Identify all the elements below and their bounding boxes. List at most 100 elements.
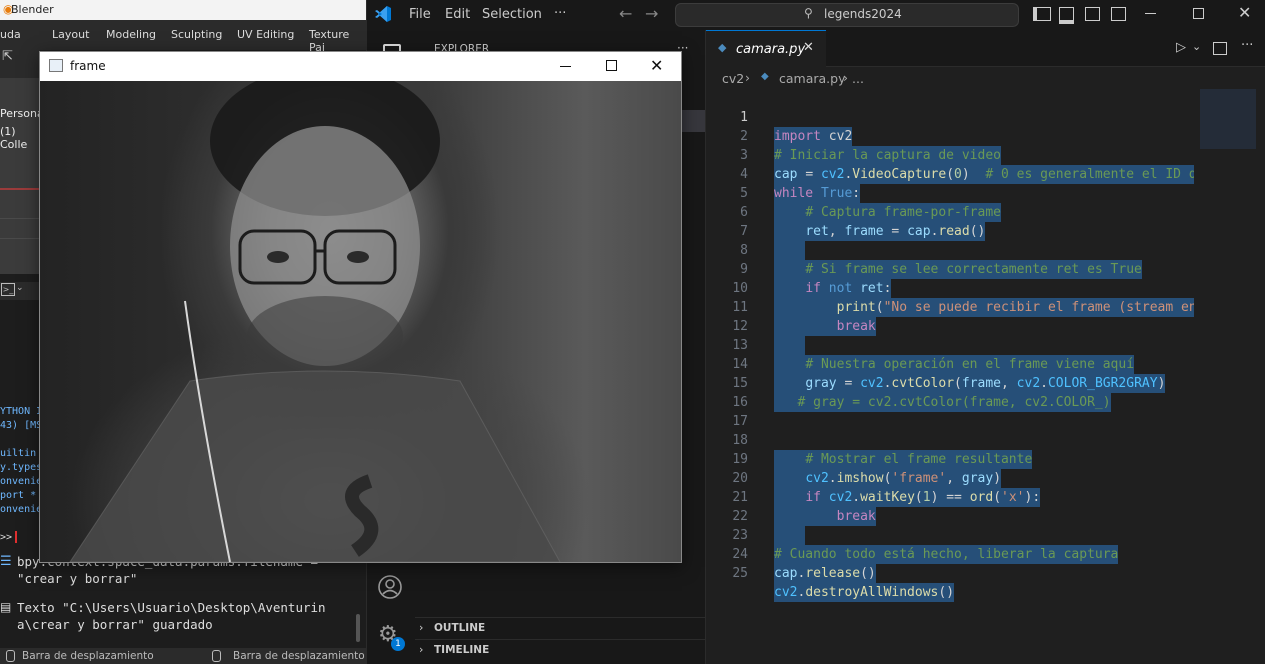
tab-uv-editing[interactable]: UV Editing xyxy=(237,28,294,41)
menu-more[interactable]: ··· xyxy=(554,6,566,21)
accounts-icon[interactable] xyxy=(377,574,403,603)
code-line[interactable]: 11 break xyxy=(706,279,1194,336)
viewport-grid xyxy=(0,188,40,190)
code-line[interactable]: 25 cv2.destroyAllWindows() xyxy=(706,545,1194,602)
console-cursor xyxy=(15,531,17,543)
menu-file[interactable]: File xyxy=(409,7,431,22)
editor-tabs: ◆ camara.py ✕ ▷ ⌄ ··· xyxy=(706,30,1265,67)
code-line[interactable]: 21 break xyxy=(706,469,1194,526)
maximize-icon[interactable] xyxy=(606,60,617,71)
code-line[interactable]: 1 import cv2 xyxy=(706,89,1194,146)
code-line[interactable]: 5 # Captura frame-por-frame xyxy=(706,165,1194,222)
console-line: y.types xyxy=(0,462,43,473)
minimize-icon[interactable] xyxy=(560,66,571,67)
breadcrumb-symbol[interactable]: ... xyxy=(852,71,864,86)
tab-modeling[interactable]: Modeling xyxy=(106,28,156,41)
mouse-icon xyxy=(212,650,221,662)
settings-badge: 1 xyxy=(391,637,405,651)
code-line[interactable]: 3 cap = cv2.VideoCapture(0) # 0 es gener… xyxy=(706,127,1194,184)
opencv-frame-window: frame ✕ xyxy=(39,51,682,563)
minimize-icon[interactable] xyxy=(1145,13,1156,14)
vscode-logo-icon xyxy=(374,5,392,26)
outline-section[interactable]: › OUTLINE xyxy=(415,617,705,640)
info-message: Texto "C:\Users\Usuario\Desktop\Aventuri… xyxy=(17,600,326,632)
console-line: port * xyxy=(0,490,37,501)
code-line[interactable]: 24 cap.release() xyxy=(706,526,1194,583)
status-item: Barra de desplazamiento xyxy=(233,650,365,662)
chevron-down-icon[interactable]: ⌄ xyxy=(16,283,24,293)
console-line: onvenie xyxy=(0,476,43,487)
code-line[interactable]: 22 xyxy=(706,488,1194,545)
run-python-icon[interactable]: ▷ xyxy=(1176,40,1186,55)
toggle-panel-icon[interactable] xyxy=(1059,7,1074,24)
python-file-icon: ◆ xyxy=(761,71,769,82)
webcam-grayscale-image xyxy=(40,81,681,562)
window-app-icon xyxy=(49,59,63,72)
mouse-icon xyxy=(6,650,15,662)
code-line[interactable]: 13 # Nuestra operación en el frame viene… xyxy=(706,317,1194,374)
blender-menu-fragment[interactable]: uda xyxy=(0,28,21,41)
editor-more-icon[interactable]: ··· xyxy=(1241,38,1253,53)
code-editor[interactable]: 1 import cv2 2 # Iniciar la captura de v… xyxy=(706,89,1194,609)
outline-label: OUTLINE xyxy=(434,622,486,634)
maximize-icon[interactable] xyxy=(1193,8,1204,19)
code-line[interactable]: 16 xyxy=(706,374,1194,410)
code-line[interactable]: 15 # gray = cv2.cvtColor(frame, cv2.COLO… xyxy=(706,355,1194,412)
python-console[interactable]: YTHON I 43) [MS uiltin y.types onvenie p… xyxy=(0,300,43,548)
blender-titlebar: ◉ Blender xyxy=(0,0,366,20)
tab-filename: camara.py xyxy=(736,42,806,57)
transform-icon[interactable]: ⇱ xyxy=(2,49,13,64)
code-line[interactable]: 7 xyxy=(706,203,1194,260)
console-header: >_ ⌄ xyxy=(0,282,40,300)
operator-icon: ☰ xyxy=(0,554,12,569)
sidebar-selected-row[interactable] xyxy=(681,110,705,132)
tab-close-icon[interactable]: ✕ xyxy=(803,40,814,55)
chevron-right-icon: › xyxy=(745,70,750,85)
close-icon[interactable]: ✕ xyxy=(650,56,663,75)
timeline-section[interactable]: › TIMELINE xyxy=(415,639,705,662)
chevron-right-icon: › xyxy=(419,643,424,656)
status-item: Barra de desplazamiento xyxy=(22,650,154,662)
toggle-sidebar-icon[interactable] xyxy=(1033,7,1051,21)
frame-titlebar[interactable]: frame ✕ xyxy=(40,52,681,81)
console-line: uiltin xyxy=(0,448,37,459)
code-line[interactable]: 6 ret, frame = cap.read() xyxy=(706,184,1194,241)
code-line[interactable]: 23 # Cuando todo está hecho, liberar la … xyxy=(706,507,1194,564)
code-line[interactable]: 20 if cv2.waitKey(1) == ord('x'): xyxy=(706,450,1194,507)
minimap[interactable] xyxy=(1200,89,1256,149)
code-line[interactable]: 14 gray = cv2.cvtColor(frame, cv2.COLOR_… xyxy=(706,336,1194,393)
viewport-label-collection: (1) Colle xyxy=(0,125,28,151)
code-line[interactable]: 17 xyxy=(706,393,1194,429)
customize-layout-icon[interactable] xyxy=(1111,7,1126,21)
tab-camara-py[interactable]: ◆ camara.py ✕ xyxy=(706,30,826,67)
split-editor-icon[interactable] xyxy=(1213,42,1227,55)
code-line[interactable]: 4 while True: xyxy=(706,146,1194,203)
chevron-right-icon: › xyxy=(419,621,424,634)
tab-layout[interactable]: Layout xyxy=(52,28,89,41)
frame-title: frame xyxy=(70,59,106,73)
vscode-titlebar: File Edit Selection ··· ← → ⚲ legends202… xyxy=(367,0,1265,30)
menu-selection[interactable]: Selection xyxy=(482,7,542,22)
code-line[interactable]: 10 print("No se puede recibir el frame (… xyxy=(706,260,1194,317)
tab-sculpting[interactable]: Sculpting xyxy=(171,28,222,41)
menu-edit[interactable]: Edit xyxy=(445,7,470,22)
info-scrollbar[interactable] xyxy=(356,614,360,642)
code-line[interactable]: 19 cv2.imshow('frame', gray) xyxy=(706,431,1194,488)
blender-title: Blender xyxy=(11,3,54,16)
code-line[interactable]: 12 xyxy=(706,298,1194,355)
back-arrow-icon[interactable]: ← xyxy=(619,4,632,23)
code-line[interactable]: 9 if not ret: xyxy=(706,241,1194,298)
breadcrumb-folder[interactable]: cv2 xyxy=(722,71,744,86)
code-line[interactable]: 8 # Si frame se lee correctamente ret es… xyxy=(706,222,1194,279)
forward-arrow-icon[interactable]: → xyxy=(645,4,658,23)
toggle-secondary-sidebar-icon[interactable] xyxy=(1085,7,1100,21)
close-icon[interactable]: ✕ xyxy=(1238,3,1251,22)
code-line[interactable]: 2 # Iniciar la captura de video xyxy=(706,108,1194,165)
blender-statusbar: Barra de desplazamiento Barra de desplaz… xyxy=(0,648,366,664)
3d-viewport[interactable]: Personal (1) Colle xyxy=(0,78,47,274)
command-center-search[interactable]: ⚲ legends2024 xyxy=(675,3,1019,27)
chevron-down-icon[interactable]: ⌄ xyxy=(1192,40,1201,53)
code-line[interactable]: 18 # Mostrar el frame resultante xyxy=(706,412,1194,469)
console-editor-icon[interactable]: >_ xyxy=(1,283,15,296)
breadcrumb-file[interactable]: camara.py xyxy=(779,71,845,86)
